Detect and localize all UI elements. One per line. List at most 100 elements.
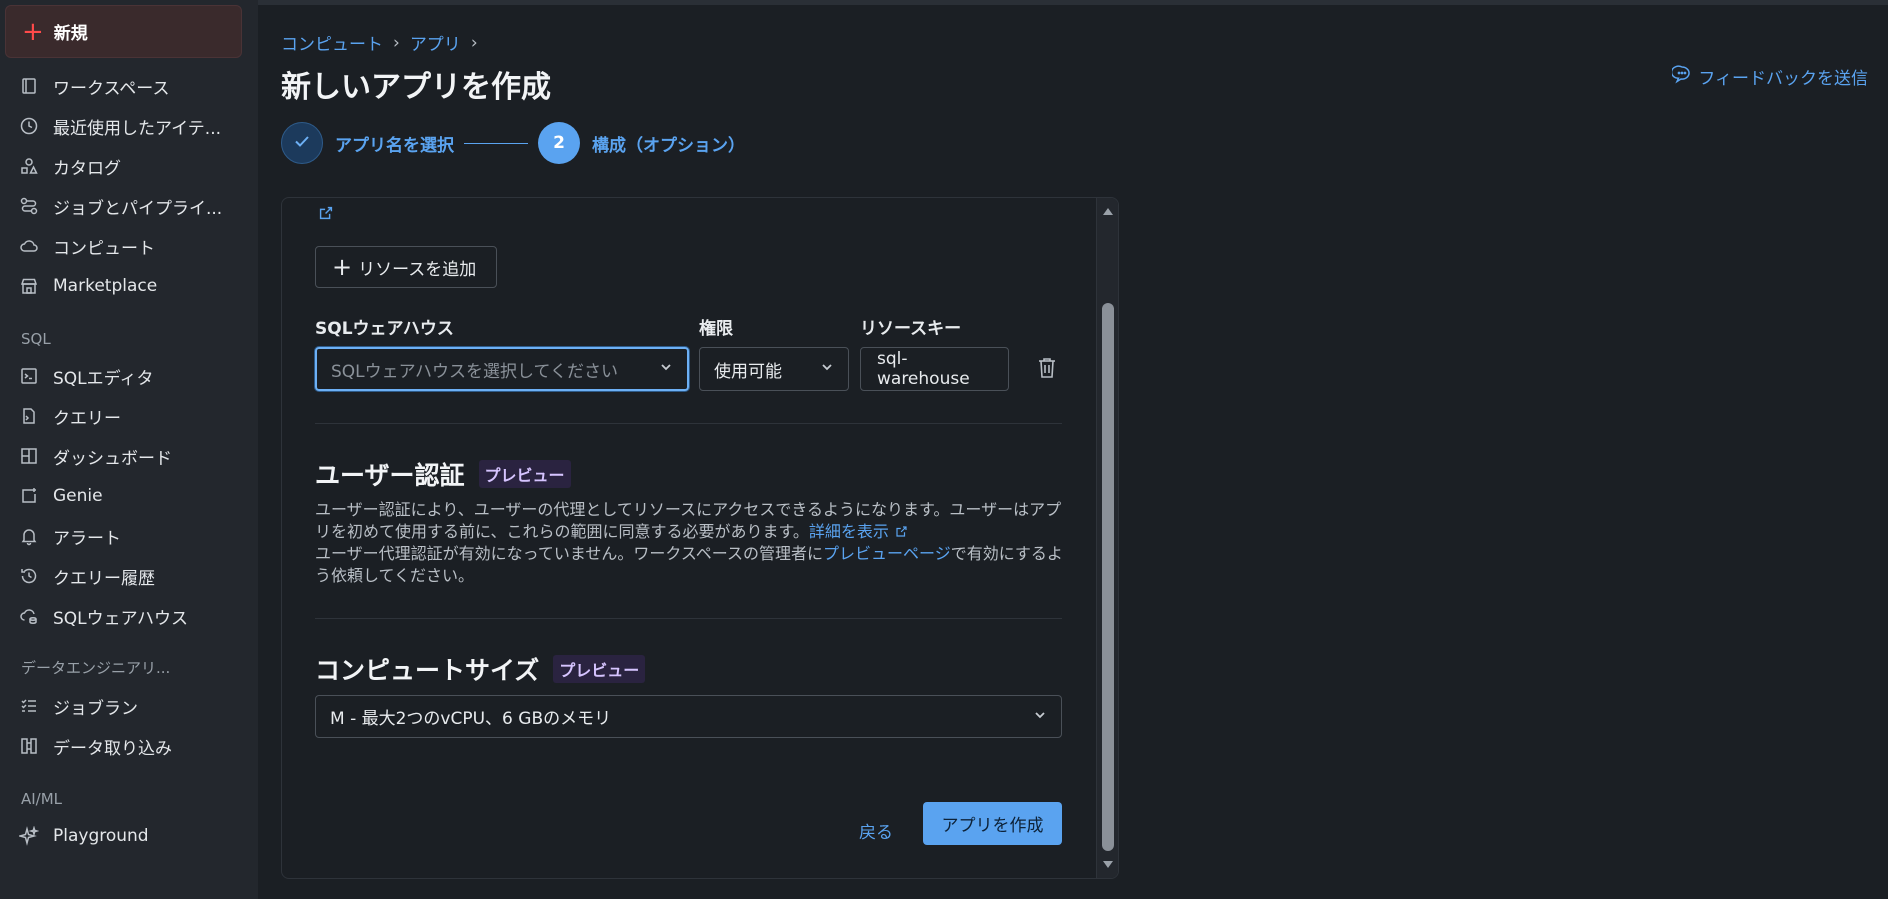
chevron-down-icon — [659, 359, 673, 379]
jobs-icon — [19, 196, 39, 216]
scroll-up-arrow-icon[interactable] — [1103, 208, 1113, 215]
sidebar-item-compute[interactable]: コンピュート — [5, 226, 245, 266]
sidebar-item-label: 最近使用したアイテ... — [53, 118, 222, 139]
permission-select[interactable]: 使用可能 — [699, 347, 849, 391]
permission-value: 使用可能 — [714, 361, 782, 382]
config-card: + リソースを追加 SQLウェアハウス 権限 リソースキー SQLウェアハウスを… — [281, 197, 1119, 879]
section-divider — [315, 423, 1062, 424]
preview-page-link[interactable]: プレビューページ — [823, 544, 951, 563]
sidebar-item-label: コンピュート — [53, 238, 155, 259]
sidebar-section-sql: SQL — [21, 330, 51, 348]
feedback-label: フィードバックを送信 — [1698, 69, 1868, 89]
sidebar-item-workspace[interactable]: ワークスペース — [5, 66, 245, 106]
feedback-link[interactable]: フィードバックを送信 — [1671, 64, 1868, 89]
workspace-icon — [19, 76, 39, 96]
ingest-icon — [19, 736, 39, 756]
sidebar-item-label: クエリー履歴 — [53, 568, 155, 589]
chevron-down-icon — [820, 359, 834, 379]
page-title: 新しいアプリを作成 — [281, 70, 551, 105]
plus-icon: + — [332, 253, 353, 281]
breadcrumb: コンピュート › アプリ › — [281, 30, 478, 56]
resource-key-input[interactable]: sql-warehouse — [860, 347, 1009, 391]
clock-icon — [19, 116, 39, 136]
catalog-icon — [19, 156, 39, 176]
sidebar-item-label: クエリー — [53, 408, 121, 429]
main-content: コンピュート › アプリ › 新しいアプリを作成 フィードバックを送信 アプリ名… — [258, 0, 1888, 899]
back-button[interactable]: 戻る — [859, 818, 893, 843]
sidebar-item-label: Marketplace — [53, 276, 158, 296]
sidebar-item-label: ダッシュボード — [53, 448, 172, 469]
compute-size-title: コンピュートサイズ — [315, 656, 540, 685]
sidebar-item-catalog[interactable]: カタログ — [5, 146, 245, 186]
sidebar-item-playground[interactable]: Playground — [5, 816, 245, 856]
breadcrumb-apps[interactable]: アプリ — [410, 30, 461, 55]
scrollbar[interactable] — [1096, 198, 1118, 878]
user-auth-desc-text: ユーザー認証により、ユーザーの代理としてリソースにアクセスできるようになります。… — [315, 500, 1062, 541]
add-resource-label: リソースを追加 — [358, 259, 477, 280]
checkmark-icon — [292, 131, 312, 156]
sidebar-item-sql-editor[interactable]: SQLエディタ — [5, 356, 245, 396]
compute-size-title-row: コンピュートサイズ プレビュー — [315, 651, 646, 687]
sidebar-item-label: アラート — [53, 528, 121, 549]
query-icon — [19, 406, 39, 426]
user-auth-desc2-pre: ユーザー代理認証が有効になっていません。ワークスペースの管理者に — [315, 544, 824, 563]
new-button[interactable]: + 新規 — [5, 5, 242, 58]
sidebar-item-label: カタログ — [53, 158, 121, 179]
create-app-button[interactable]: アプリを作成 — [923, 802, 1062, 845]
genie-icon — [19, 486, 39, 506]
sidebar-item-data-ingestion[interactable]: データ取り込み — [5, 726, 245, 766]
learn-more-link[interactable]: 詳細を表示 — [809, 522, 889, 541]
scroll-down-arrow-icon[interactable] — [1103, 861, 1113, 868]
sparkle-icon — [19, 826, 39, 846]
editor-icon — [19, 366, 39, 386]
sql-warehouse-select[interactable]: SQLウェアハウスを選択してください — [315, 347, 689, 391]
sidebar-item-sql-warehouses[interactable]: SQLウェアハウス — [5, 596, 245, 636]
sidebar-item-label: SQLウェアハウス — [53, 608, 188, 629]
step-1-circle[interactable] — [281, 122, 323, 164]
compute-size-value: M - 最大2つのvCPU、6 GBのメモリ — [330, 709, 612, 729]
sidebar-item-recents[interactable]: 最近使用したアイテ... — [5, 106, 245, 146]
compute-size-select[interactable]: M - 最大2つのvCPU、6 GBのメモリ — [315, 695, 1062, 738]
external-link-icon[interactable] — [317, 204, 335, 226]
scrollbar-thumb[interactable] — [1102, 303, 1114, 851]
trash-icon[interactable] — [1036, 356, 1058, 384]
cloud-icon — [19, 236, 39, 256]
bell-icon — [19, 526, 39, 546]
history-icon — [19, 566, 39, 586]
sidebar-item-label: Playground — [53, 826, 149, 846]
sidebar-item-marketplace[interactable]: Marketplace — [5, 266, 245, 306]
chevron-down-icon — [1033, 707, 1047, 727]
user-auth-title: ユーザー認証 — [315, 461, 465, 490]
sidebar-item-label: ワークスペース — [53, 78, 170, 99]
resource-key-label: リソースキー — [860, 319, 962, 339]
new-button-label: 新規 — [53, 24, 88, 44]
sql-warehouse-label: SQLウェアハウス — [315, 319, 454, 339]
sidebar-item-label: ジョブとパイプライ... — [53, 198, 223, 219]
sidebar-item-query-history[interactable]: クエリー履歴 — [5, 556, 245, 596]
sidebar-section-ai-ml: AI/ML — [21, 790, 63, 808]
sidebar-item-dashboards[interactable]: ダッシュボード — [5, 436, 245, 476]
sidebar-item-label: データ取り込み — [53, 738, 172, 759]
sidebar-item-alerts[interactable]: アラート — [5, 516, 245, 556]
preview-badge: プレビュー — [478, 460, 571, 488]
sidebar-section-data-engineering: データエンジニアリ... — [21, 659, 171, 677]
user-auth-title-row: ユーザー認証 プレビュー — [315, 456, 571, 492]
sidebar: + 新規 ワークスペース 最近使用したアイテ... カタログ ジョブとパイプライ… — [0, 0, 258, 899]
stepper: アプリ名を選択 2 構成（オプション） — [281, 122, 745, 164]
step-2-circle: 2 — [538, 122, 580, 164]
sidebar-item-label: ジョブラン — [53, 698, 138, 719]
section-divider — [315, 618, 1062, 619]
breadcrumb-compute[interactable]: コンピュート — [281, 30, 383, 55]
sidebar-item-genie[interactable]: Genie — [5, 476, 245, 516]
step-connector — [464, 142, 528, 144]
add-resource-button[interactable]: + リソースを追加 — [315, 246, 497, 288]
sidebar-item-label: Genie — [53, 486, 103, 506]
sidebar-item-queries[interactable]: クエリー — [5, 396, 245, 436]
preview-badge: プレビュー — [553, 655, 646, 683]
job-runs-icon — [19, 696, 39, 716]
sidebar-item-job-runs[interactable]: ジョブラン — [5, 686, 245, 726]
step-1-label[interactable]: アプリ名を選択 — [335, 131, 454, 156]
resource-key-value: sql-warehouse — [877, 349, 970, 389]
sidebar-item-jobs[interactable]: ジョブとパイプライ... — [5, 186, 245, 226]
external-link-icon[interactable] — [894, 522, 909, 541]
